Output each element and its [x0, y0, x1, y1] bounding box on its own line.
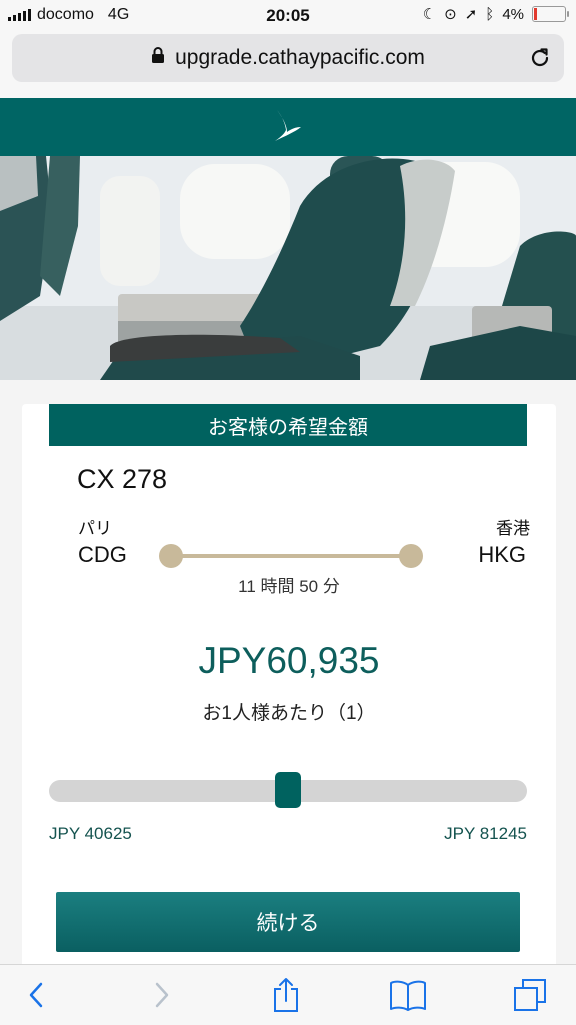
cathay-logo-icon [273, 108, 303, 147]
card-title: お客様の希望金額 [49, 404, 527, 446]
rotation-lock-icon: ⊙ [444, 6, 457, 23]
share-icon[interactable] [266, 977, 306, 1013]
continue-button[interactable]: 続ける [56, 892, 520, 952]
location-icon: ➚ [464, 6, 478, 23]
web-page: お客様の希望金額 CX 278 パリ CDG 香港 HKG 11 時間 50 分… [0, 98, 576, 964]
status-right: ☾ ⊙ ➚ ᛒ 4% [422, 5, 569, 23]
origin-dot [159, 544, 183, 568]
flight-number: CX 278 [77, 464, 168, 494]
moon-icon: ☾ [422, 6, 437, 23]
origin-city: パリ [78, 519, 112, 538]
status-bar: docomo 4G 20:05 ☾ ⊙ ➚ ᛒ 4% [0, 0, 576, 30]
destination-code: HKG [478, 542, 526, 567]
reload-icon[interactable] [528, 46, 552, 76]
brand-header [0, 98, 576, 156]
bid-price: JPY60,935 [198, 640, 380, 681]
destination-dot [399, 544, 423, 568]
destination-city: 香港 [496, 519, 530, 538]
bluetooth-icon: ᛒ [485, 5, 495, 23]
address-bar[interactable]: upgrade.cathaypacific.com [12, 34, 564, 82]
route-line [159, 544, 423, 568]
tabs-icon[interactable] [510, 977, 550, 1013]
hero-image [0, 156, 576, 380]
max-bid-label: JPY 81245 [444, 824, 527, 843]
bid-card: お客様の希望金額 CX 278 パリ CDG 香港 HKG 11 時間 50 分… [22, 404, 556, 964]
cabin-seats-illustration [0, 156, 576, 380]
battery-percent: 4% [502, 5, 524, 23]
min-bid-label: JPY 40625 [49, 824, 132, 843]
back-icon[interactable] [16, 977, 56, 1013]
per-person-label: お1人様あたり（1） [202, 703, 376, 724]
origin-code: CDG [78, 542, 127, 567]
url-text: upgrade.cathaypacific.com [175, 46, 425, 69]
browser-toolbar [0, 964, 576, 1025]
bid-slider[interactable] [49, 772, 527, 808]
forward-icon[interactable] [142, 977, 182, 1013]
lock-icon [151, 46, 165, 70]
route-path [171, 554, 411, 558]
flight-duration: 11 時間 50 分 [238, 577, 340, 596]
bid-slider-thumb[interactable] [275, 772, 301, 808]
battery-icon [532, 6, 569, 22]
bookmarks-icon[interactable] [388, 977, 428, 1013]
